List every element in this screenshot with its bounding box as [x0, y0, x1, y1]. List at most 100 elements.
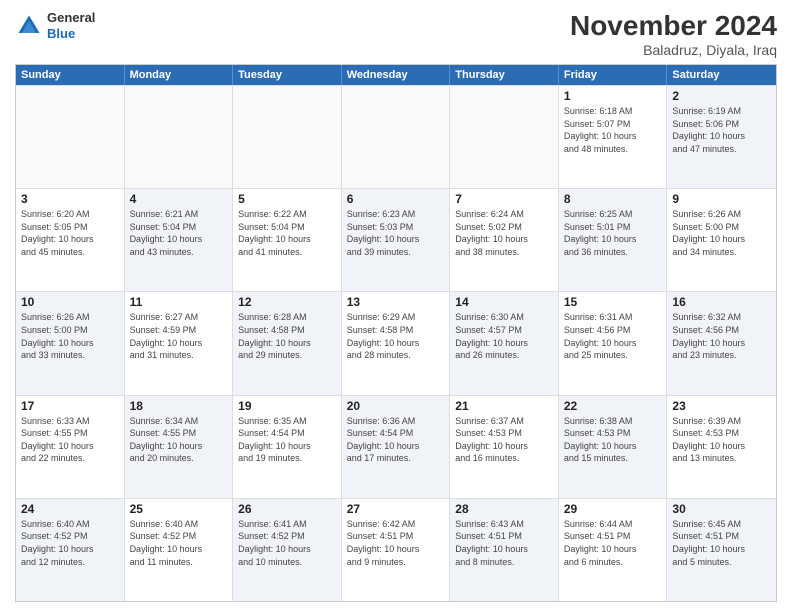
cell-info: Sunrise: 6:32 AM Sunset: 4:56 PM Dayligh… [672, 311, 771, 361]
day-number: 25 [130, 502, 228, 516]
calendar-cell [125, 86, 234, 188]
calendar-cell: 9Sunrise: 6:26 AM Sunset: 5:00 PM Daylig… [667, 189, 776, 291]
calendar-row: 1 Sunrise: 6:18 AM Sunset: 5:07 PM Daylig… [16, 85, 776, 188]
calendar-cell: 17 Sunrise: 6:33 AM Sunset: 4:55 PM Dayli… [16, 396, 125, 498]
day-number: 28 [455, 502, 553, 516]
day-number: 3 [21, 192, 119, 206]
cell-info: Sunrise: 6:25 AM Sunset: 5:01 PM Dayligh… [564, 208, 662, 258]
header-day: Thursday [450, 65, 559, 85]
day-number: 17 [21, 399, 119, 413]
cell-info: Sunrise: 6:29 AM Sunset: 4:58 PM Dayligh… [347, 311, 445, 361]
calendar-cell: 10 Sunrise: 6:26 AM Sunset: 5:00 PM Dayli… [16, 292, 125, 394]
calendar-header: SundayMondayTuesdayWednesdayThursdayFrid… [16, 65, 776, 85]
calendar: SundayMondayTuesdayWednesdayThursdayFrid… [15, 64, 777, 602]
cell-info: Sunrise: 6:20 AM Sunset: 5:05 PM Dayligh… [21, 208, 119, 258]
calendar-cell: 12 Sunrise: 6:28 AM Sunset: 4:58 PM Dayli… [233, 292, 342, 394]
cell-info: Sunrise: 6:45 AM Sunset: 4:51 PM Dayligh… [672, 518, 771, 568]
day-number: 15 [564, 295, 662, 309]
day-number: 11 [130, 295, 228, 309]
day-number: 5 [238, 192, 336, 206]
cell-info: Sunrise: 6:35 AM Sunset: 4:54 PM Dayligh… [238, 415, 336, 465]
day-number: 27 [347, 502, 445, 516]
cell-info: Sunrise: 6:21 AM Sunset: 5:04 PM Dayligh… [130, 208, 228, 258]
calendar-cell [450, 86, 559, 188]
calendar-cell: 24Sunrise: 6:40 AM Sunset: 4:52 PM Dayli… [16, 499, 125, 601]
cell-info: Sunrise: 6:19 AM Sunset: 5:06 PM Dayligh… [672, 105, 771, 155]
header-day: Friday [559, 65, 668, 85]
logo-general: General [47, 10, 95, 26]
calendar-cell: 3 Sunrise: 6:20 AM Sunset: 5:05 PM Daylig… [16, 189, 125, 291]
day-number: 2 [672, 89, 771, 103]
calendar-cell: 2 Sunrise: 6:19 AM Sunset: 5:06 PM Daylig… [667, 86, 776, 188]
calendar-cell: 30 Sunrise: 6:45 AM Sunset: 4:51 PM Dayli… [667, 499, 776, 601]
calendar-cell: 20Sunrise: 6:36 AM Sunset: 4:54 PM Dayli… [342, 396, 451, 498]
calendar-cell: 21Sunrise: 6:37 AM Sunset: 4:53 PM Dayli… [450, 396, 559, 498]
calendar-cell: 7Sunrise: 6:24 AM Sunset: 5:02 PM Daylig… [450, 189, 559, 291]
calendar-cell: 27 Sunrise: 6:42 AM Sunset: 4:51 PM Dayli… [342, 499, 451, 601]
cell-info: Sunrise: 6:22 AM Sunset: 5:04 PM Dayligh… [238, 208, 336, 258]
calendar-cell: 11 Sunrise: 6:27 AM Sunset: 4:59 PM Dayli… [125, 292, 234, 394]
day-number: 19 [238, 399, 336, 413]
cell-info: Sunrise: 6:33 AM Sunset: 4:55 PM Dayligh… [21, 415, 119, 465]
day-number: 13 [347, 295, 445, 309]
day-number: 1 [564, 89, 662, 103]
calendar-cell: 6 Sunrise: 6:23 AM Sunset: 5:03 PM Daylig… [342, 189, 451, 291]
day-number: 9 [672, 192, 771, 206]
day-number: 14 [455, 295, 553, 309]
cell-info: Sunrise: 6:34 AM Sunset: 4:55 PM Dayligh… [130, 415, 228, 465]
header: General Blue November 2024 Baladruz, Diy… [15, 10, 777, 58]
day-number: 10 [21, 295, 119, 309]
cell-info: Sunrise: 6:28 AM Sunset: 4:58 PM Dayligh… [238, 311, 336, 361]
logo-blue: Blue [47, 26, 95, 42]
header-day: Wednesday [342, 65, 451, 85]
calendar-cell: 23Sunrise: 6:39 AM Sunset: 4:53 PM Dayli… [667, 396, 776, 498]
calendar-cell: 4 Sunrise: 6:21 AM Sunset: 5:04 PM Daylig… [125, 189, 234, 291]
cell-info: Sunrise: 6:38 AM Sunset: 4:53 PM Dayligh… [564, 415, 662, 465]
cell-info: Sunrise: 6:31 AM Sunset: 4:56 PM Dayligh… [564, 311, 662, 361]
cell-info: Sunrise: 6:18 AM Sunset: 5:07 PM Dayligh… [564, 105, 662, 155]
calendar-cell: 25 Sunrise: 6:40 AM Sunset: 4:52 PM Dayli… [125, 499, 234, 601]
day-number: 20 [347, 399, 445, 413]
calendar-row: 3 Sunrise: 6:20 AM Sunset: 5:05 PM Daylig… [16, 188, 776, 291]
main-title: November 2024 [570, 10, 777, 42]
logo-icon [15, 12, 43, 40]
cell-info: Sunrise: 6:43 AM Sunset: 4:51 PM Dayligh… [455, 518, 553, 568]
calendar-cell: 18 Sunrise: 6:34 AM Sunset: 4:55 PM Dayli… [125, 396, 234, 498]
calendar-cell: 16Sunrise: 6:32 AM Sunset: 4:56 PM Dayli… [667, 292, 776, 394]
day-number: 12 [238, 295, 336, 309]
header-day: Sunday [16, 65, 125, 85]
day-number: 21 [455, 399, 553, 413]
title-block: November 2024 Baladruz, Diyala, Iraq [570, 10, 777, 58]
calendar-cell: 8 Sunrise: 6:25 AM Sunset: 5:01 PM Daylig… [559, 189, 668, 291]
logo: General Blue [15, 10, 95, 41]
cell-info: Sunrise: 6:41 AM Sunset: 4:52 PM Dayligh… [238, 518, 336, 568]
calendar-cell: 5 Sunrise: 6:22 AM Sunset: 5:04 PM Daylig… [233, 189, 342, 291]
cell-info: Sunrise: 6:23 AM Sunset: 5:03 PM Dayligh… [347, 208, 445, 258]
day-number: 6 [347, 192, 445, 206]
calendar-cell [233, 86, 342, 188]
logo-text: General Blue [47, 10, 95, 41]
cell-info: Sunrise: 6:26 AM Sunset: 5:00 PM Dayligh… [21, 311, 119, 361]
calendar-cell [342, 86, 451, 188]
cell-info: Sunrise: 6:40 AM Sunset: 4:52 PM Dayligh… [130, 518, 228, 568]
calendar-cell: 1 Sunrise: 6:18 AM Sunset: 5:07 PM Daylig… [559, 86, 668, 188]
day-number: 8 [564, 192, 662, 206]
day-number: 26 [238, 502, 336, 516]
calendar-body: 1 Sunrise: 6:18 AM Sunset: 5:07 PM Daylig… [16, 85, 776, 601]
calendar-cell: 26 Sunrise: 6:41 AM Sunset: 4:52 PM Dayli… [233, 499, 342, 601]
calendar-row: 17 Sunrise: 6:33 AM Sunset: 4:55 PM Dayli… [16, 395, 776, 498]
calendar-cell: 13 Sunrise: 6:29 AM Sunset: 4:58 PM Dayli… [342, 292, 451, 394]
cell-info: Sunrise: 6:27 AM Sunset: 4:59 PM Dayligh… [130, 311, 228, 361]
calendar-cell: 19 Sunrise: 6:35 AM Sunset: 4:54 PM Dayli… [233, 396, 342, 498]
cell-info: Sunrise: 6:24 AM Sunset: 5:02 PM Dayligh… [455, 208, 553, 258]
header-day: Monday [125, 65, 234, 85]
day-number: 30 [672, 502, 771, 516]
cell-info: Sunrise: 6:44 AM Sunset: 4:51 PM Dayligh… [564, 518, 662, 568]
cell-info: Sunrise: 6:39 AM Sunset: 4:53 PM Dayligh… [672, 415, 771, 465]
day-number: 18 [130, 399, 228, 413]
cell-info: Sunrise: 6:42 AM Sunset: 4:51 PM Dayligh… [347, 518, 445, 568]
calendar-cell [16, 86, 125, 188]
calendar-cell: 22Sunrise: 6:38 AM Sunset: 4:53 PM Dayli… [559, 396, 668, 498]
subtitle: Baladruz, Diyala, Iraq [570, 42, 777, 58]
day-number: 4 [130, 192, 228, 206]
